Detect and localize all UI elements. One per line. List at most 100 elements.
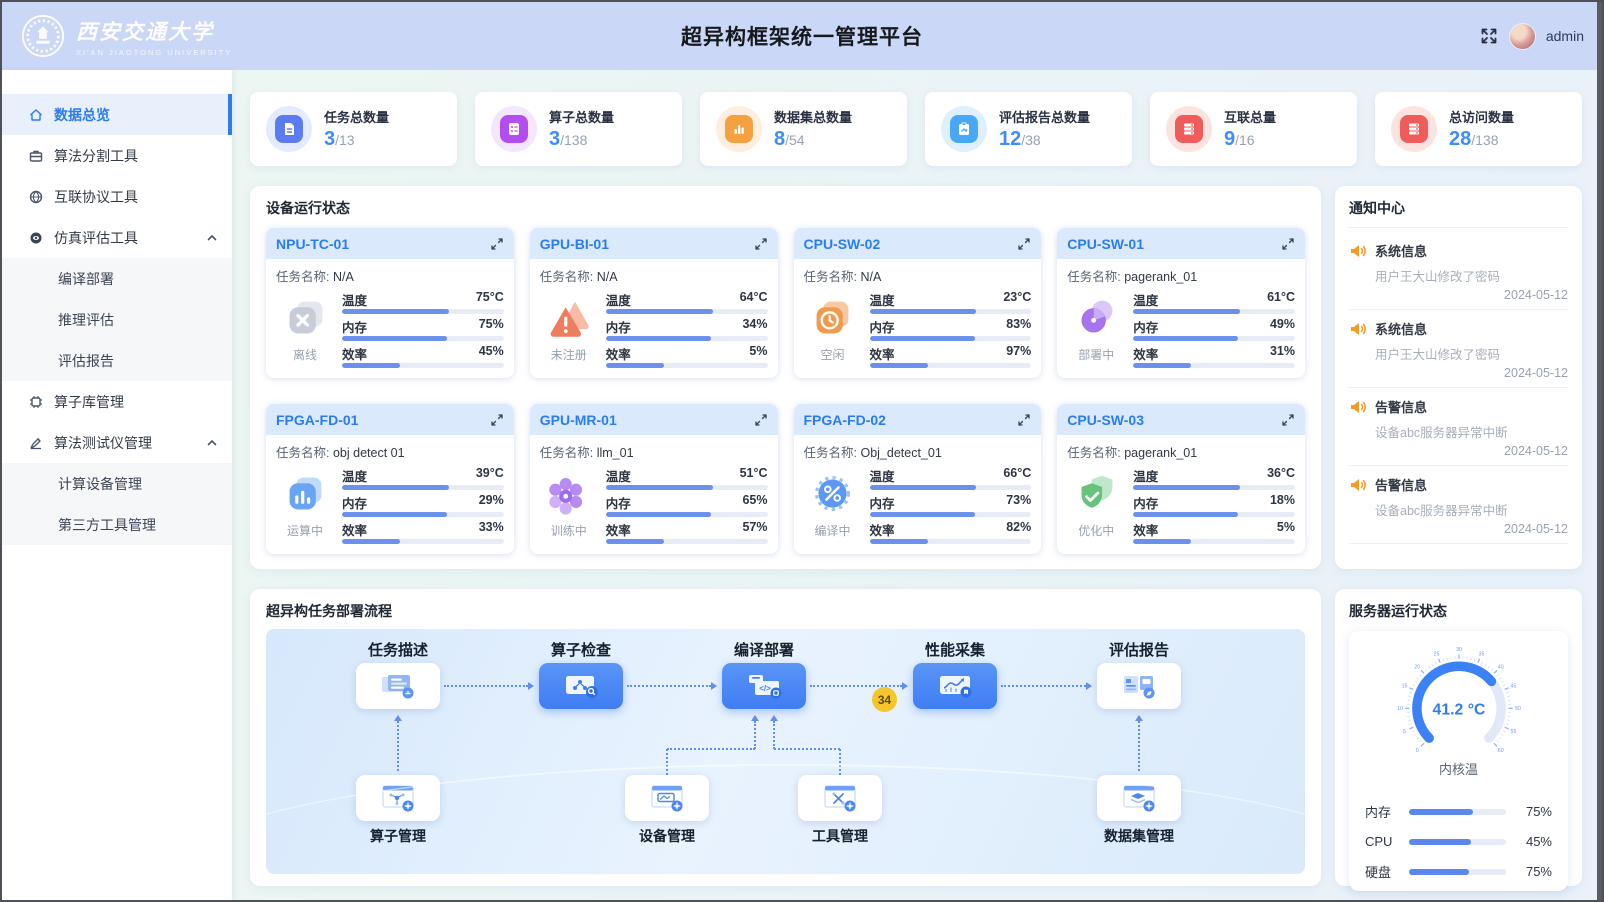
username[interactable]: admin <box>1546 28 1584 44</box>
flow-tool-dataset-mgmt[interactable] <box>1097 775 1181 821</box>
university-name-cn: 西安交通大学 <box>76 16 232 46</box>
speaker-icon <box>1349 243 1367 259</box>
page-scrollbar[interactable] <box>1597 2 1602 900</box>
flow-step-performance-collect[interactable] <box>913 663 997 709</box>
svg-text:15: 15 <box>1401 684 1407 690</box>
device-name: NPU-TC-01 <box>276 236 349 252</box>
temperature-gauge: 05101520253035404550556041.2 °C <box>1366 643 1552 761</box>
progress-bar <box>342 512 504 517</box>
flow-arrow <box>773 721 775 749</box>
deploying-status-icon <box>1074 327 1119 344</box>
flow-tool-device-mgmt[interactable] <box>625 775 709 821</box>
notification-item[interactable]: 系统信息 用户王大山修改了密码 2024-05-12 <box>1349 232 1568 310</box>
sidebar-item-algorithm-partition[interactable]: 算法分割工具 <box>2 135 232 176</box>
notification-item[interactable]: 告警信息 设备abc服务器异常中断 2024-05-12 <box>1349 466 1568 544</box>
main-content: 任务总数量 3/13 算子总数量 3/138 数据集总数量 8/54 评估报告总… <box>232 70 1602 900</box>
status-label: 离线 <box>276 346 334 363</box>
svg-text:45: 45 <box>1510 684 1516 690</box>
device-name: CPU-SW-02 <box>804 236 881 252</box>
progress-bar <box>606 512 768 517</box>
document-icon <box>281 121 297 137</box>
device-card-cpu-sw-02: CPU-SW-02 任务名称: N/A 空闲 温度23°C 内存83% <box>794 228 1042 378</box>
expand-icon[interactable] <box>754 237 768 251</box>
globe-icon <box>28 189 44 205</box>
svg-text:</>: </> <box>759 684 771 693</box>
sidebar-item-operator-library[interactable]: 算子库管理 <box>2 381 232 422</box>
notification-item[interactable]: 告警信息 设备abc服务器异常中断 2024-05-12 <box>1349 388 1568 466</box>
expand-icon[interactable] <box>754 413 768 427</box>
task-name: N/A <box>597 270 618 284</box>
svg-text:30: 30 <box>1456 647 1462 653</box>
svg-text:55: 55 <box>1510 729 1516 735</box>
device-card-fpga-fd-01: FPGA-FD-01 任务名称: obj detect 01 运算中 温度39°… <box>266 404 514 554</box>
tool-mgmt-icon <box>820 783 860 813</box>
notification-item[interactable]: 系统信息 用户王大山修改了密码 2024-05-12 <box>1349 310 1568 388</box>
task-name: N/A <box>333 270 354 284</box>
task-name: llm_01 <box>597 446 634 460</box>
device-name: GPU-MR-01 <box>540 412 617 428</box>
operator-mgmt-icon <box>378 783 418 813</box>
stat-value: 9 <box>1224 128 1235 150</box>
evaluation-report-icon <box>1119 672 1159 700</box>
sidebar-subitem-inference-eval[interactable]: 推理评估 <box>2 299 232 340</box>
deployment-flow-panel: 超异构任务部署流程 任务描述 算子检查 编译部署 性能采集 评估报告 34 <box>250 589 1321 886</box>
section-title-server: 服务器运行状态 <box>1349 601 1568 621</box>
sidebar-subitem-compute-device-mgmt[interactable]: 计算设备管理 <box>2 463 232 504</box>
progress-bar <box>870 485 1032 490</box>
expand-icon[interactable] <box>1281 237 1295 251</box>
sidebar-subitem-eval-report[interactable]: 评估报告 <box>2 340 232 381</box>
expand-icon[interactable] <box>490 413 504 427</box>
sidebar-item-interconnect-protocol[interactable]: 互联协议工具 <box>2 176 232 217</box>
progress-bar <box>606 363 768 368</box>
fullscreen-icon[interactable] <box>1479 26 1499 46</box>
expand-icon[interactable] <box>490 237 504 251</box>
svg-text:60: 60 <box>1497 748 1503 754</box>
flow-arrow <box>444 685 528 687</box>
device-card-fpga-fd-02: FPGA-FD-02 任务名称: Obj_detect_01 编译中 温度66°… <box>794 404 1042 554</box>
status-label: 未注册 <box>540 346 598 363</box>
sidebar-subitem-thirdparty-tool-mgmt[interactable]: 第三方工具管理 <box>2 504 232 545</box>
sidebar-item-data-overview[interactable]: 数据总览 <box>2 94 232 135</box>
flow-canvas: 任务描述 算子检查 编译部署 性能采集 评估报告 34 <box>266 629 1305 874</box>
expand-icon[interactable] <box>1281 413 1295 427</box>
sidebar-item-simulation-evaluation[interactable]: 仿真评估工具 <box>2 217 232 258</box>
task-name: Obj_detect_01 <box>860 446 941 460</box>
flow-tool-operator-mgmt[interactable] <box>356 775 440 821</box>
task-name: pagerank_01 <box>1124 446 1197 460</box>
dataset-mgmt-icon <box>1119 783 1159 813</box>
sidebar-item-algorithm-tester[interactable]: 算法测试仪管理 <box>2 422 232 463</box>
sidebar-subitem-compile-deploy[interactable]: 编译部署 <box>2 258 232 299</box>
gauge-label: 内核温 <box>1439 759 1478 778</box>
notification-date: 2024-05-12 <box>1349 288 1568 302</box>
flow-step-label: 任务描述 <box>333 639 463 660</box>
chip-icon <box>28 394 44 410</box>
device-grid: NPU-TC-01 任务名称: N/A 离线 温度75°C 内存75% <box>266 228 1305 554</box>
briefcase-icon <box>28 148 44 164</box>
progress-bar <box>1133 309 1295 314</box>
expand-icon[interactable] <box>1017 413 1031 427</box>
svg-text:20: 20 <box>1414 664 1420 670</box>
progress-bar <box>870 512 1032 517</box>
submenu-simulation: 编译部署 推理评估 评估报告 <box>2 258 232 381</box>
device-card-gpu-mr-01: GPU-MR-01 任务名称: llm_01 训练中 温度51°C 内存6 <box>530 404 778 554</box>
flow-step-label: 评估报告 <box>1074 639 1204 660</box>
offline-status-icon <box>283 327 328 344</box>
page-title: 超异构框架统一管理平台 <box>280 21 1324 51</box>
flow-step-evaluation-report[interactable] <box>1097 663 1181 709</box>
flow-tool-tool-mgmt[interactable] <box>798 775 882 821</box>
flow-step-task-description[interactable] <box>356 663 440 709</box>
svg-text:35: 35 <box>1478 652 1484 658</box>
avatar[interactable] <box>1509 23 1536 50</box>
svg-text:50: 50 <box>1515 706 1521 712</box>
server-status-panel: 服务器运行状态 05101520253035404550556041.2 °C … <box>1335 589 1582 886</box>
home-icon <box>28 107 44 123</box>
expand-icon[interactable] <box>1017 237 1031 251</box>
flow-step-operator-check[interactable]: 34 <box>539 663 623 709</box>
stats-row: 任务总数量 3/13 算子总数量 3/138 数据集总数量 8/54 评估报告总… <box>250 92 1582 166</box>
computing-status-icon <box>283 503 328 520</box>
speaker-icon <box>1349 399 1367 415</box>
flow-step-compile-deploy[interactable]: </> <box>722 663 806 709</box>
operator-check-badge: 34 <box>872 687 897 712</box>
device-name: CPU-SW-01 <box>1067 236 1144 252</box>
compile-deploy-icon: </> <box>744 672 784 700</box>
